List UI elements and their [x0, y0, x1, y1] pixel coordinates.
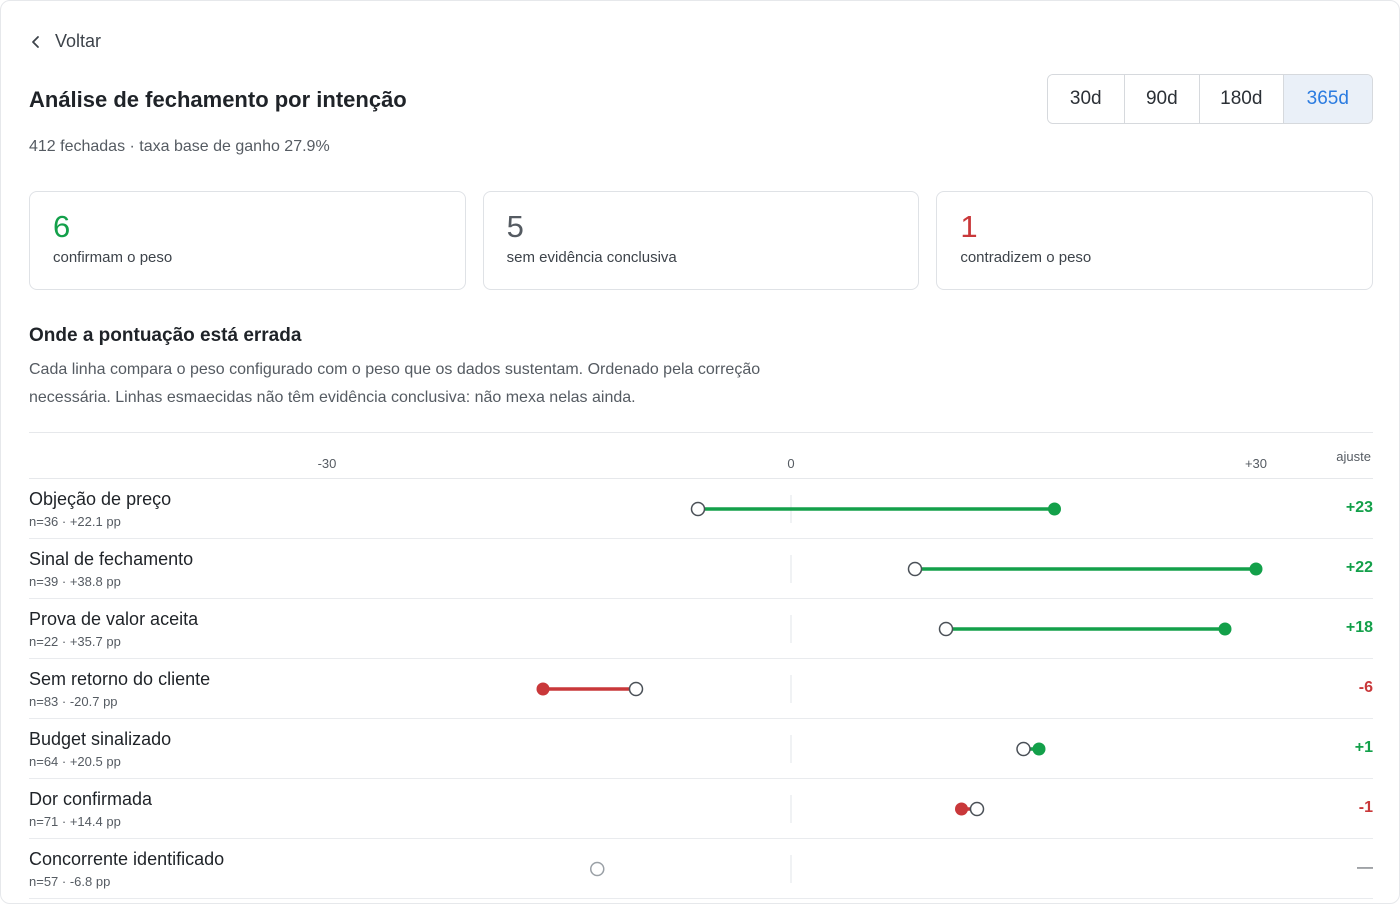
chart-row[interactable]: Budget sinalizado n=64 · +20.5 pp +1 [29, 719, 1373, 779]
row-meta: n=71 · +14.4 pp [29, 814, 121, 829]
section-divider [29, 432, 1373, 433]
adjust-column-header: ajuste [1336, 449, 1371, 464]
x-tick-label: 0 [787, 456, 795, 471]
row-adjust-value: -1 [1358, 799, 1373, 816]
summary-card-value: 5 [506, 209, 524, 244]
row-name: Dor confirmada [29, 789, 153, 809]
configured-weight-point[interactable] [628, 681, 644, 697]
range-selector: 30d 90d 180d 365d [1047, 74, 1373, 124]
configured-weight-point[interactable] [690, 501, 706, 517]
supported-weight-point[interactable] [1249, 562, 1263, 576]
configured-weight-point[interactable] [590, 861, 605, 877]
range-option-365d[interactable]: 365d [1283, 75, 1372, 123]
row-adjust-value: +22 [1345, 559, 1373, 576]
chart-row[interactable]: Concorrente identificado n=57 · -6.8 pp — [29, 839, 1373, 899]
row-meta: n=22 · +35.7 pp [29, 634, 121, 649]
section-description: Cada linha compara o peso configurado co… [29, 361, 761, 406]
x-tick-label: -30 [317, 456, 337, 471]
row-adjust-value: +18 [1345, 619, 1373, 636]
summary-card-label: sem evidência conclusiva [506, 249, 677, 266]
row-adjust-value: — [1357, 859, 1373, 876]
configured-weight-point[interactable] [969, 801, 985, 817]
row-meta: n=64 · +20.5 pp [29, 754, 121, 769]
summary-card-label: confirmam o peso [53, 249, 173, 266]
x-tick-label: +30 [1244, 456, 1268, 471]
supported-weight-point[interactable] [1218, 622, 1232, 636]
row-meta: n=83 · -20.7 pp [29, 694, 118, 709]
section-title: Onde a pontuação está errada [29, 325, 302, 346]
summary-cards: 6 confirmam o peso 5 sem evidência concl… [29, 191, 1374, 290]
row-adjust-value: -6 [1358, 679, 1373, 696]
summary-card-confirm: 6 confirmam o peso [29, 191, 466, 290]
back-link[interactable]: Voltar [31, 31, 101, 52]
supported-weight-point[interactable] [1048, 502, 1061, 516]
row-separator [29, 898, 1373, 899]
row-name: Sem retorno do cliente [29, 669, 211, 689]
configured-weight-point[interactable] [1016, 741, 1031, 757]
row-name: Concorrente identificado [29, 849, 225, 869]
summary-card-inconclusive: 5 sem evidência conclusiva [482, 191, 920, 290]
row-name: Prova de valor aceita [29, 609, 199, 629]
chart-row[interactable]: Sem retorno do cliente n=83 · -20.7 pp -6 [29, 659, 1373, 719]
chevron-left-icon [32, 35, 39, 48]
configured-weight-point[interactable] [938, 621, 954, 637]
analysis-panel: Voltar Análise de fechamento por intençã… [0, 0, 1400, 904]
back-label: Voltar [55, 31, 102, 51]
page-title: Análise de fechamento por intenção [29, 87, 407, 112]
row-meta: n=57 · -6.8 pp [29, 874, 111, 889]
row-adjust-value: +23 [1345, 499, 1373, 516]
row-name: Budget sinalizado [29, 729, 172, 749]
page-subtitle: 412 fechadas · taxa base de ganho 27.9% [29, 138, 330, 155]
summary-card-contradict: 1 contradizem o peso [936, 191, 1374, 290]
supported-weight-point[interactable] [536, 682, 550, 696]
chart-row[interactable]: Sinal de fechamento n=39 · +38.8 pp +22 [29, 539, 1373, 599]
row-name: Objeção de preço [29, 489, 172, 509]
summary-card-label: contradizem o peso [960, 249, 1092, 266]
supported-weight-point[interactable] [955, 802, 968, 816]
row-adjust-value: +1 [1354, 739, 1373, 756]
summary-card-value: 6 [53, 209, 71, 244]
row-meta: n=36 · +22.1 pp [29, 514, 121, 529]
chart-row[interactable]: Prova de valor aceita n=22 · +35.7 pp +18 [29, 599, 1373, 659]
range-option-180d[interactable]: 180d [1200, 75, 1284, 123]
supported-weight-point[interactable] [1032, 742, 1046, 756]
row-name: Sinal de fechamento [29, 549, 194, 569]
summary-card-value: 1 [960, 209, 978, 244]
row-meta: n=39 · +38.8 pp [29, 574, 121, 589]
range-option-90d[interactable]: 90d [1124, 75, 1201, 123]
chart-row[interactable]: Dor confirmada n=71 · +14.4 pp -1 [29, 779, 1373, 839]
range-option-30d[interactable]: 30d [1048, 75, 1125, 123]
configured-weight-point[interactable] [907, 561, 923, 577]
